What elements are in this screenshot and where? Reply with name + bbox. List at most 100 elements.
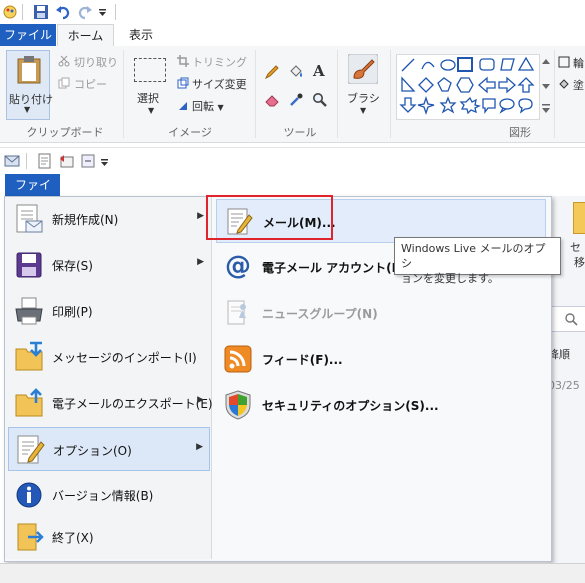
fill-bucket-icon[interactable] <box>288 64 304 80</box>
newsgroup-icon <box>227 300 246 325</box>
submenu-item-security-options[interactable]: セキュリティのオプション(S)... <box>216 383 546 427</box>
search-box[interactable] <box>548 306 585 332</box>
shapes-grid-icon <box>399 56 535 116</box>
rotate-button[interactable]: 回転 ▼ <box>192 98 224 114</box>
message-date: 03/25 <box>548 379 580 392</box>
clipboard-group-label: クリップボード <box>26 126 104 139</box>
outline-button[interactable]: 輪 <box>573 55 584 71</box>
qat-divider <box>26 153 27 169</box>
export-icon <box>15 388 43 417</box>
send-receive-icon[interactable] <box>80 153 96 169</box>
folder-icon <box>573 202 585 234</box>
copy-button[interactable]: コピー <box>74 76 107 92</box>
printer-icon <box>15 297 43 325</box>
menu-item-about[interactable]: バージョン情報(B) <box>8 473 210 517</box>
clipboard-icon <box>17 56 41 84</box>
menu-item-import[interactable]: メッセージのインポート(I) <box>8 335 210 379</box>
gallery-scroll-icon[interactable] <box>541 56 551 116</box>
shapes-group-label: 図形 <box>509 126 531 139</box>
eraser-icon[interactable] <box>264 92 280 108</box>
copy-icon <box>58 77 70 89</box>
status-bar <box>0 563 585 583</box>
brush-label: ブラシ <box>347 92 380 105</box>
import-icon <box>15 341 43 371</box>
submenu-item-label: ニュースグループ(N) <box>262 307 378 321</box>
undo-icon[interactable] <box>55 4 71 20</box>
submenu-arrow-icon: ▶ <box>197 257 204 267</box>
menu-item-export[interactable]: 電子メールのエクスポート(E) ▶ <box>8 381 213 425</box>
qat-divider <box>22 4 23 20</box>
paint-quick-access-toolbar <box>0 0 585 24</box>
options-icon <box>17 435 45 464</box>
menu-item-label: メッセージのインポート(I) <box>52 351 197 365</box>
menu-item-label: 新規作成(N) <box>52 213 119 227</box>
text-tool-icon[interactable]: A <box>313 62 325 80</box>
menu-item-label: 保存(S) <box>52 259 93 273</box>
qat-customize-icon[interactable] <box>100 158 110 168</box>
submenu-arrow-icon: ▶ <box>197 395 204 405</box>
magnifier-icon[interactable] <box>312 92 328 108</box>
rss-icon <box>224 345 252 373</box>
tab-home[interactable]: ホーム <box>57 24 114 47</box>
rotate-icon <box>179 102 187 110</box>
select-button[interactable]: 選択 <box>137 90 159 106</box>
menu-item-print[interactable]: 印刷(P) <box>8 289 210 333</box>
group-divider <box>255 50 256 138</box>
highlight-annotation-box <box>206 195 333 240</box>
tab-view[interactable]: 表示 <box>114 24 168 46</box>
reply-icon[interactable] <box>59 153 75 169</box>
menu-item-options[interactable]: オプション(O) ▶ <box>8 427 210 471</box>
group-divider <box>123 50 124 138</box>
select-rectangle-icon <box>134 58 166 82</box>
paint-ribbon-tabs: ファイル ホーム 表示 <box>0 24 585 47</box>
color-picker-icon[interactable] <box>288 92 304 108</box>
fill-button[interactable]: 塗 <box>573 77 584 93</box>
image-group-label: イメージ <box>168 126 212 139</box>
scissors-icon <box>58 55 70 67</box>
toolbar-fragment-text: セ <box>570 241 581 254</box>
paint-ribbon: 貼り付け ▼ 切り取り コピー クリップボード 選択 ▼ トリミング サイズ変更… <box>0 46 585 143</box>
submenu-item-label: セキュリティのオプション(S)... <box>262 399 439 413</box>
menu-item-new[interactable]: 新規作成(N) ▶ <box>8 197 210 241</box>
menu-item-save[interactable]: 保存(S) ▶ <box>8 243 210 287</box>
resize-icon <box>177 77 189 89</box>
shapes-gallery[interactable] <box>396 54 540 120</box>
toolbar-fragment-text: 移 <box>574 256 585 269</box>
submenu-arrow-icon: ▶ <box>197 211 204 221</box>
submenu-item-label: フィード(F)... <box>262 353 343 367</box>
save-icon[interactable] <box>33 4 49 20</box>
redo-icon[interactable] <box>77 4 93 20</box>
submenu-item-newsgroups[interactable]: ニュースグループ(N) <box>216 291 546 335</box>
outline-icon <box>558 56 570 68</box>
group-divider <box>390 50 391 138</box>
submenu-item-feeds[interactable]: フィード(F)... <box>216 337 546 381</box>
tooltip-line: ョンを変更します。 <box>401 272 499 285</box>
menu-item-exit[interactable]: 終了(X) <box>8 515 210 559</box>
new-message-icon <box>16 204 43 233</box>
qat-customize-icon[interactable] <box>98 8 108 18</box>
resize-button[interactable]: サイズ変更 <box>192 76 247 92</box>
submenu-arrow-icon: ▶ <box>196 442 203 452</box>
new-message-icon[interactable] <box>37 153 53 169</box>
brushes-button[interactable]: ブラシ ▼ <box>344 50 384 120</box>
cut-button[interactable]: 切り取り <box>74 54 118 70</box>
mail-file-tab[interactable]: ファイル <box>5 174 60 214</box>
mail-app-icon <box>4 155 20 167</box>
menu-item-label: 終了(X) <box>52 531 94 545</box>
tooltip: Windows Live メールのオプシ ョンを変更します。 <box>394 237 561 285</box>
rotate-label: 回転 <box>192 100 214 113</box>
paste-button[interactable]: 貼り付け ▼ <box>6 50 53 120</box>
fill-icon <box>559 79 569 89</box>
crop-icon <box>177 55 189 67</box>
menu-item-label: バージョン情報(B) <box>52 489 154 503</box>
group-divider <box>337 50 338 138</box>
chevron-down-icon: ▼ <box>148 106 155 115</box>
tab-file[interactable]: ファイル <box>0 24 56 46</box>
crop-button[interactable]: トリミング <box>192 54 247 70</box>
at-icon: @ <box>225 251 251 281</box>
pencil-icon[interactable] <box>264 64 280 80</box>
file-menu-commands: 新規作成(N) ▶ 保存(S) ▶ 印刷(P) メッセージのインポート(I) 電… <box>5 197 213 559</box>
security-shield-icon <box>225 390 251 420</box>
chevron-down-icon: ▼ <box>360 106 367 115</box>
menu-item-label: 電子メールのエクスポート(E) <box>52 397 213 411</box>
